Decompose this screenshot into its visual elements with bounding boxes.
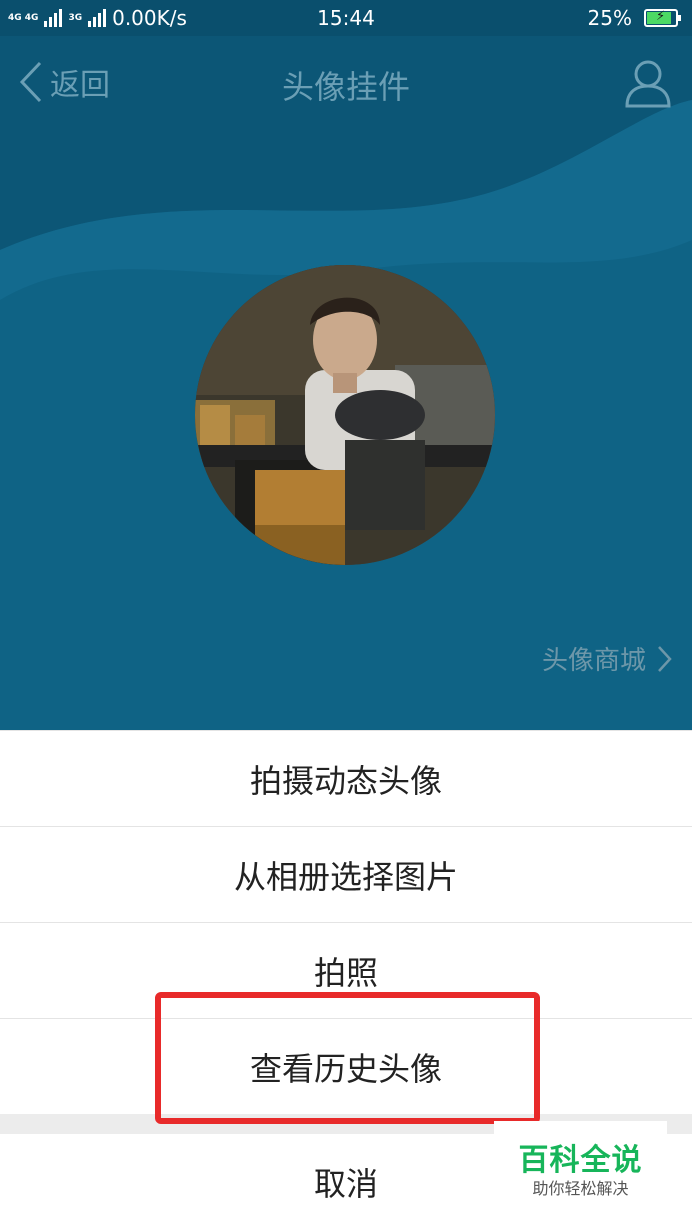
record-dynamic-avatar-button[interactable]: 拍摄动态头像 xyxy=(0,730,692,826)
battery-charging-icon: ⚡ xyxy=(644,9,681,27)
choose-from-album-button[interactable]: 从相册选择图片 xyxy=(0,826,692,922)
watermark-title: 百科全说 xyxy=(518,1143,643,1178)
watermark-subtitle: 助你轻松解决 xyxy=(532,1179,629,1198)
status-bar: 4G 4G 3G 0.00K/s 15:44 25% ⚡ xyxy=(0,0,692,36)
avatar-shop-link[interactable]: 头像商城 xyxy=(542,640,672,677)
battery-percent: 25% xyxy=(587,6,632,30)
page-title: 头像挂件 xyxy=(281,68,410,106)
highlight-box xyxy=(155,992,540,1124)
user-profile-icon[interactable] xyxy=(624,58,672,108)
watermark-logo: 百科全说 助你轻松解决 xyxy=(494,1121,667,1203)
avatar-image[interactable] xyxy=(195,265,495,565)
chevron-right-icon xyxy=(658,645,672,672)
avatar-shop-label: 头像商城 xyxy=(541,646,646,676)
